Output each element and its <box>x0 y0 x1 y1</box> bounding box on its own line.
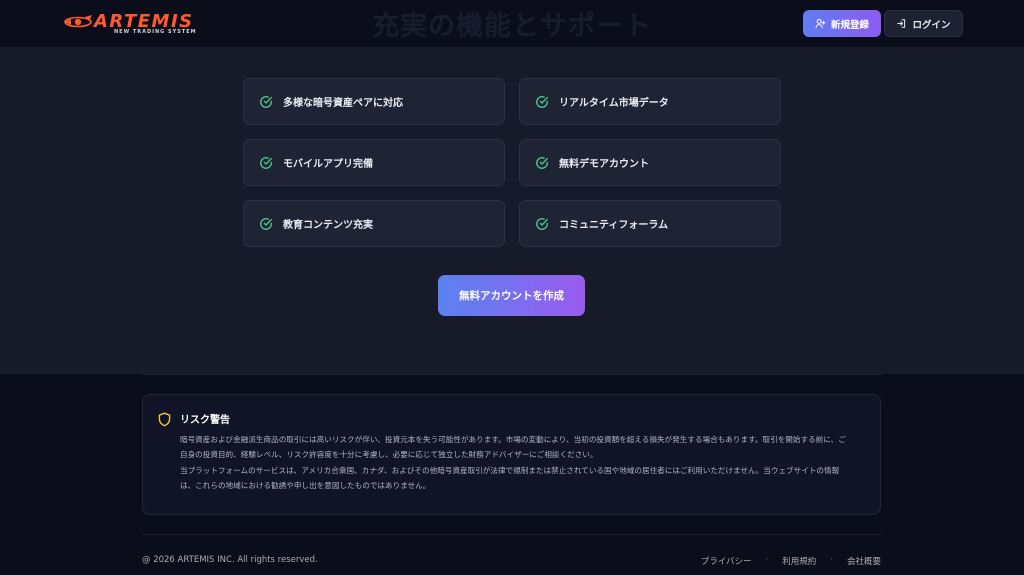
footer-separator: · <box>765 555 769 565</box>
risk-line: 自身の投資目的、経験レベル、リスク許容度を十分に考慮し、必要に応じて独立した財務… <box>180 450 598 459</box>
risk-line: 当プラットフォームのサービスは、アメリカ合衆国、カナダ、およびその他暗号資産取引… <box>180 466 840 475</box>
top-nav: 充実の機能とサポート ARTEMIS NEW TRADING SYSTEM 新規… <box>0 0 1024 47</box>
feature-label: コミュニティフォーラム <box>559 220 669 231</box>
login-button[interactable]: ログイン <box>884 10 963 37</box>
feature-label: リアルタイム市場データ <box>559 98 669 109</box>
footer-link-privacy[interactable]: プライバシー <box>701 555 752 567</box>
check-circle-icon <box>260 217 272 230</box>
feature-item: リアルタイム市場データ <box>519 78 781 125</box>
login-label: ログイン <box>912 19 951 31</box>
shield-icon <box>158 412 171 427</box>
feature-label: 多様な暗号資産ペアに対応 <box>283 98 403 109</box>
feature-item: コミュニティフォーラム <box>519 200 781 247</box>
risk-warning-title: リスク警告 <box>180 415 230 426</box>
footer-link-company[interactable]: 会社概要 <box>847 555 881 567</box>
rocket-logo-icon <box>64 15 92 28</box>
features-section: 多様な暗号資産ペアに対応 リアルタイム市場データ モバイルアプリ完備 無料デモア… <box>0 47 1024 374</box>
divider <box>142 374 881 375</box>
risk-warning-card: リスク警告 暗号資産および金融派生商品の取引には高いリスクが伴い、投資元本を失う… <box>142 394 881 515</box>
signup-label: 新規登録 <box>830 19 869 31</box>
copyright-text: @ 2026 ARTEMIS INC. All rights reserved. <box>142 555 318 565</box>
feature-item: 多様な暗号資産ペアに対応 <box>243 78 505 125</box>
feature-item: 教育コンテンツ充実 <box>243 200 505 247</box>
check-circle-icon <box>260 95 272 108</box>
logo-tagline: NEW TRADING SYSTEM <box>114 29 197 35</box>
feature-label: モバイルアプリ完備 <box>283 159 373 170</box>
check-circle-icon <box>260 156 272 169</box>
page: 充実の機能とサポート ARTEMIS NEW TRADING SYSTEM 新規… <box>0 0 1024 575</box>
footer-links: プライバシー · 利用規約 · 会社概要 <box>701 555 881 567</box>
risk-line: 暗号資産および金融派生商品の取引には高いリスクが伴い、投資元本を失う可能性があり… <box>180 435 846 444</box>
feature-item: 無料デモアカウント <box>519 139 781 186</box>
login-icon <box>897 19 906 28</box>
check-circle-icon <box>536 156 548 169</box>
feature-label: 無料デモアカウント <box>559 159 649 170</box>
divider <box>142 534 881 535</box>
feature-label: 教育コンテンツ充実 <box>283 220 373 231</box>
footer-link-terms[interactable]: 利用規約 <box>782 555 816 567</box>
artemis-logo[interactable]: ARTEMIS NEW TRADING SYSTEM <box>62 10 202 38</box>
risk-warning-paragraph: 当プラットフォームのサービスは、アメリカ合衆国、カナダ、およびその他暗号資産取引… <box>180 463 868 493</box>
check-circle-icon <box>536 217 548 230</box>
footer-separator: · <box>830 555 833 565</box>
check-circle-icon <box>536 95 548 108</box>
user-plus-icon <box>815 18 826 29</box>
feature-item: モバイルアプリ完備 <box>243 139 505 186</box>
risk-warning-paragraph: 暗号資産および金融派生商品の取引には高いリスクが伴い、投資元本を失う可能性があり… <box>180 432 868 462</box>
signup-button[interactable]: 新規登録 <box>803 10 881 37</box>
risk-line: は、これらの地域における勧誘や申し出を意図したものではありません。 <box>180 481 431 490</box>
create-free-account-button[interactable]: 無料アカウントを作成 <box>438 275 585 316</box>
